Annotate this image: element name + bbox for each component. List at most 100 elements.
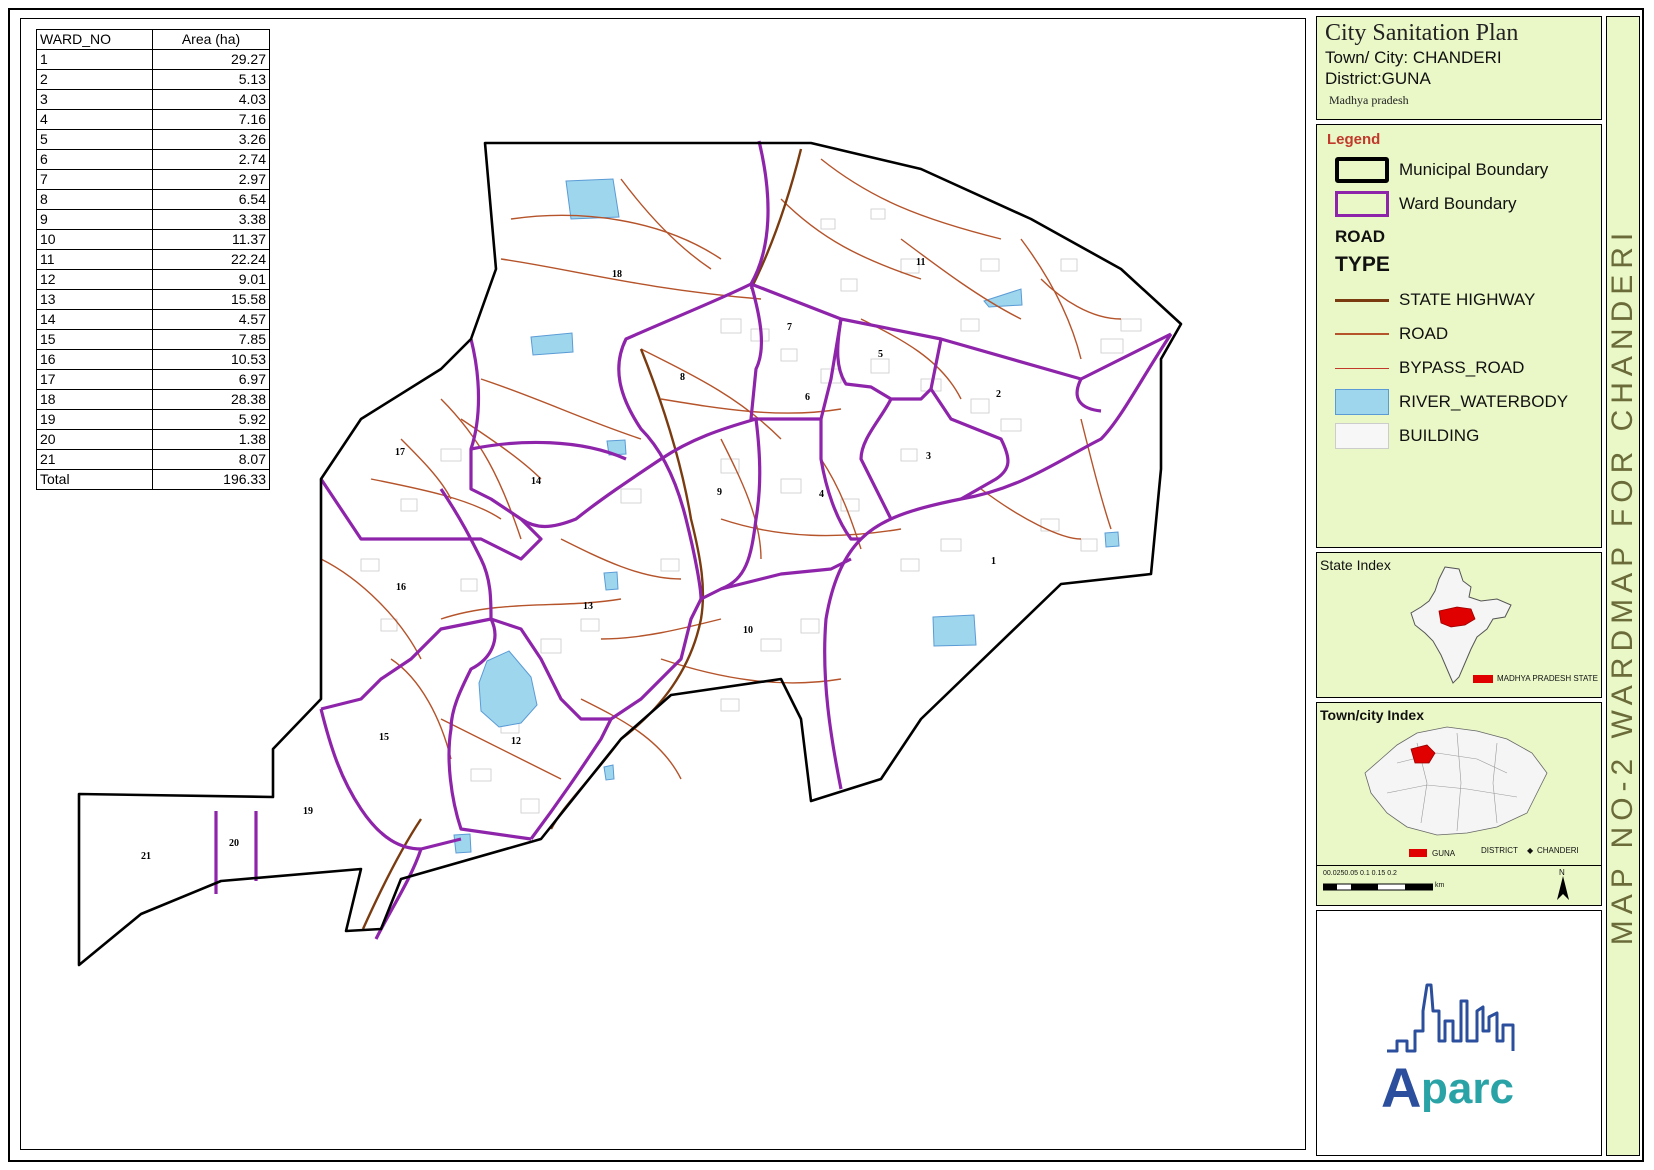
map-panel[interactable]: 1 2 3 4 5 6 7 8 9 10 11 12 13 14 15 16 1… bbox=[20, 18, 1306, 1150]
building-swatch bbox=[1335, 423, 1389, 449]
ward-label-14: 14 bbox=[531, 476, 541, 487]
ward-boundary-swatch bbox=[1335, 191, 1389, 217]
table-row: 9 3.38 bbox=[36, 209, 270, 230]
ward-boundary-layer bbox=[214, 140, 1173, 940]
table-row-total: Total 196.33 bbox=[36, 469, 270, 490]
legend-label: BYPASS_ROAD bbox=[1399, 358, 1525, 377]
waterbody-3 bbox=[983, 288, 1023, 308]
area-cell: 4.57 bbox=[152, 309, 270, 330]
table-row: 19 5.92 bbox=[36, 409, 270, 430]
logo-word-parc: parc bbox=[1421, 1064, 1514, 1113]
area-cell: 8.07 bbox=[152, 449, 270, 470]
north-arrow-icon bbox=[1557, 876, 1569, 900]
waterbody-8 bbox=[1104, 531, 1120, 548]
area-cell: 7.85 bbox=[152, 329, 270, 350]
waterbody-2 bbox=[530, 332, 574, 356]
ward-cell: 20 bbox=[36, 429, 153, 450]
guna-swatch bbox=[1409, 849, 1427, 857]
table-row: 6 2.74 bbox=[36, 149, 270, 170]
table-row: 15 7.85 bbox=[36, 329, 270, 350]
legend-label: Municipal Boundary bbox=[1399, 160, 1549, 179]
scale-unit: km bbox=[1435, 882, 1445, 889]
table-row: 17 6.97 bbox=[36, 369, 270, 390]
area-cell: 5.13 bbox=[152, 69, 270, 90]
scale-bar-panel: 00.0250.05 0.1 0.15 0.2 km N bbox=[1316, 866, 1602, 906]
legend-road-heading: ROAD bbox=[1335, 227, 1386, 246]
guna-caption: GUNA bbox=[1432, 849, 1456, 858]
area-cell: 11.37 bbox=[152, 229, 270, 250]
ward-label-2: 2 bbox=[996, 389, 1001, 400]
legend-label: RIVER_WATERBODY bbox=[1399, 392, 1569, 411]
ward-cell: 15 bbox=[36, 329, 153, 350]
legend-label: BUILDING bbox=[1399, 426, 1480, 445]
ward-cell: 2 bbox=[36, 69, 153, 90]
ward-cell: 5 bbox=[36, 129, 153, 150]
area-cell: 9.01 bbox=[152, 269, 270, 290]
district-line: District:GUNA bbox=[1325, 69, 1431, 88]
ward-cell: 11 bbox=[36, 249, 153, 270]
area-cell: 3.38 bbox=[152, 209, 270, 230]
table-row: 2 5.13 bbox=[36, 69, 270, 90]
ward-label-16: 16 bbox=[396, 582, 406, 593]
table-row: 7 2.97 bbox=[36, 169, 270, 190]
ward-cell: 18 bbox=[36, 389, 153, 410]
ward-cell: 1 bbox=[36, 49, 153, 70]
legend-item-bypass-road: BYPASS_ROAD bbox=[1335, 355, 1524, 381]
ward-area-table: WARD_NO Area (ha) 1 29.27 2 5.13 3 4.03 4 7.… bbox=[36, 29, 270, 490]
state-index-panel: State Index MADHYA PRADESH STATE bbox=[1316, 552, 1602, 698]
state-highway-swatch bbox=[1335, 287, 1389, 313]
table-row: 12 9.01 bbox=[36, 269, 270, 290]
area-cell: 2.74 bbox=[152, 149, 270, 170]
ward-label-7: 7 bbox=[787, 322, 792, 333]
ward-label-10: 10 bbox=[743, 625, 753, 636]
scale-bar bbox=[1323, 883, 1433, 891]
scale-ticks: 00.0250.05 0.1 0.15 0.2 bbox=[1323, 870, 1397, 877]
table-row: 13 15.58 bbox=[36, 289, 270, 310]
state-line: Madhya pradesh bbox=[1329, 93, 1409, 107]
legend-label: Ward Boundary bbox=[1399, 194, 1517, 213]
vertical-title-panel: MAP NO-2 WARDMAP FOR CHANDERI bbox=[1606, 16, 1640, 1156]
legend-label: STATE HIGHWAY bbox=[1399, 290, 1536, 309]
ward-label-20: 20 bbox=[229, 838, 239, 849]
legend-item-municipal-boundary: Municipal Boundary bbox=[1335, 157, 1548, 183]
ward-cell: 12 bbox=[36, 269, 153, 290]
area-cell: 15.58 bbox=[152, 289, 270, 310]
waterbody-10 bbox=[453, 833, 472, 854]
table-row: 20 1.38 bbox=[36, 429, 270, 450]
district-caption: DISTRICT bbox=[1481, 846, 1518, 855]
area-cell: 3.26 bbox=[152, 129, 270, 150]
waterbody-1 bbox=[565, 178, 620, 220]
table-row: 21 8.07 bbox=[36, 449, 270, 470]
table-row: 14 4.57 bbox=[36, 309, 270, 330]
town-index-panel: Town/city Index GUNA DISTRICT ◆ CHANDERI bbox=[1316, 702, 1602, 866]
state-index-label: State Index bbox=[1320, 557, 1391, 573]
ward-label-4: 4 bbox=[819, 489, 824, 500]
area-cell: 4.03 bbox=[152, 89, 270, 110]
table-row: 16 10.53 bbox=[36, 349, 270, 370]
legend-item-ward-boundary: Ward Boundary bbox=[1335, 191, 1516, 217]
road-swatch bbox=[1335, 321, 1389, 347]
ward-cell: 7 bbox=[36, 169, 153, 190]
ward-cell: 17 bbox=[36, 369, 153, 390]
ward-cell: 19 bbox=[36, 409, 153, 430]
legend-panel: Legend Municipal Boundary Ward Boundary … bbox=[1316, 124, 1602, 548]
table-row: 4 7.16 bbox=[36, 109, 270, 130]
ward-label-21: 21 bbox=[141, 851, 151, 862]
ward-label-12: 12 bbox=[511, 736, 521, 747]
legend-item-road: ROAD bbox=[1335, 321, 1448, 347]
table-row: 5 3.26 bbox=[36, 129, 270, 150]
ward-label-13: 13 bbox=[583, 601, 593, 612]
ward-cell: 16 bbox=[36, 349, 153, 370]
ward-label-15: 15 bbox=[379, 732, 389, 743]
legend-item-state-highway: STATE HIGHWAY bbox=[1335, 287, 1535, 313]
ward-cell: 8 bbox=[36, 189, 153, 210]
legend-item-building: BUILDING bbox=[1335, 423, 1479, 449]
ward-cell: 6 bbox=[36, 149, 153, 170]
town-index-label: Town/city Index bbox=[1320, 707, 1424, 723]
ward-label-8: 8 bbox=[680, 372, 685, 383]
district-map-icon bbox=[1364, 726, 1548, 836]
state-index-caption: MADHYA PRADESH STATE bbox=[1497, 674, 1598, 683]
table-row: 1 29.27 bbox=[36, 49, 270, 70]
header-area: Area (ha) bbox=[152, 29, 270, 50]
ward-label-1: 1 bbox=[991, 556, 996, 567]
